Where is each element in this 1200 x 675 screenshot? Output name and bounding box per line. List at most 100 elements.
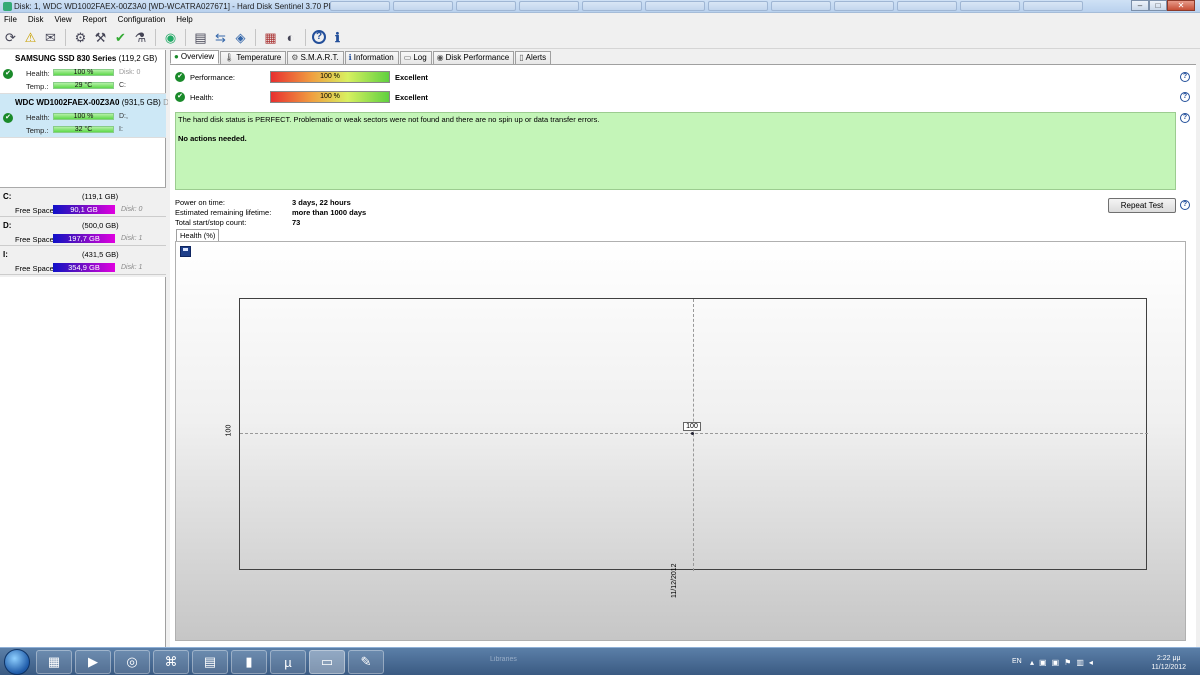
help-icon[interactable]: ? <box>1180 72 1190 82</box>
partition-drive: I: <box>3 250 8 259</box>
language-indicator[interactable]: EN <box>1012 658 1022 665</box>
tab-smart[interactable]: ⚙ S.M.A.R.T. <box>287 51 344 64</box>
health-bar: 100 % <box>53 69 114 76</box>
performance-row: ✔ Performance: 100 % Excellent <box>175 71 1185 83</box>
power-on-label: Power on time: <box>175 198 226 207</box>
toolbar-separator <box>255 28 256 46</box>
chart-icon[interactable]: ▦ <box>262 29 279 46</box>
main-area: ● Overview 🌡 Temperature ⚙ S.M.A.R.T. ℹ Info… <box>168 50 1200 647</box>
pdf-icon[interactable]: ⌘ <box>153 650 189 674</box>
performance-bar: 100 % <box>270 71 390 83</box>
check-icon: ✔ <box>175 72 185 82</box>
drive-icon[interactable]: ⚗ <box>132 29 149 46</box>
partition-size: (431,5 GB) <box>82 250 119 259</box>
explorer-icon[interactable]: ▦ <box>36 650 72 674</box>
menu-file[interactable]: File <box>4 15 17 24</box>
network-icon[interactable]: ▥ <box>1076 658 1084 667</box>
performance-result: Excellent <box>395 73 428 82</box>
sync-icon[interactable]: ⇆ <box>212 29 229 46</box>
toolbar-separator <box>65 28 66 46</box>
data-point <box>691 432 694 435</box>
performance-label: Performance: <box>190 73 236 82</box>
torrent-icon[interactable]: µ <box>270 650 306 674</box>
tab-information[interactable]: ℹ Information <box>344 51 399 64</box>
partition-item[interactable]: I: (431,5 GB) Free Space 354,9 GB Disk: … <box>0 246 166 275</box>
power-on-value: 3 days, 22 hours <box>292 198 351 207</box>
toolbar-separator <box>185 28 186 46</box>
chrome-icon[interactable]: ◎ <box>114 650 150 674</box>
refresh-icon[interactable]: ⟳ <box>2 29 19 46</box>
report-icon[interactable]: ✉ <box>42 29 59 46</box>
maximize-button[interactable]: □ <box>1149 0 1167 11</box>
partition-disk: Disk: 0 <box>121 206 143 213</box>
clock-date: 11/12/2012 <box>1151 664 1186 671</box>
tab-alerts[interactable]: ▯ Alerts <box>515 51 552 64</box>
app-icon[interactable]: ▮ <box>231 650 267 674</box>
x-tick-label: 11/12/2012 <box>671 563 678 598</box>
toolbar: ⟳ ⚠ ✉ ⚙ ⚒ ✔ ⚗ ◉ ▤ ⇆ ◈ ▦ ◐ ? ℹ <box>0 26 1200 49</box>
settings-icon[interactable]: ⚙ <box>72 29 89 46</box>
paint-icon[interactable]: ✎ <box>348 650 384 674</box>
clock[interactable]: 2:22 μμ 11/12/2012 <box>1151 654 1186 672</box>
help-icon[interactable]: ? <box>1180 200 1190 210</box>
help-icon[interactable]: ? <box>312 30 326 44</box>
disk-name: SAMSUNG SSD 830 Series (119,2 GB) <box>15 54 158 63</box>
lifetime-label: Estimated remaining lifetime: <box>175 208 272 217</box>
partition-item[interactable]: C: (119,1 GB) Free Space 90,1 GB Disk: 0 <box>0 188 166 217</box>
grid-line-vertical <box>693 299 694 571</box>
menu-view[interactable]: View <box>54 15 71 24</box>
disk-item-wdc[interactable]: WDC WD1002FAEX-00Z3A0 (931,5 GB) Disk ✔ … <box>0 94 179 138</box>
menu-report[interactable]: Report <box>83 15 107 24</box>
help-icon[interactable]: ? <box>1180 92 1190 102</box>
alert-icon[interactable]: ⚠ <box>22 29 39 46</box>
info-icon: ℹ <box>348 53 352 62</box>
menu-disk[interactable]: Disk <box>28 15 44 24</box>
lifetime-value: more than 1000 days <box>292 208 367 217</box>
start-button[interactable] <box>4 649 30 675</box>
y-tick-label: 100 <box>225 424 233 437</box>
tab-health-graph[interactable]: Health (%) <box>176 229 220 241</box>
temp-label: Temp.: <box>26 126 49 135</box>
status-box: The hard disk status is PERFECT. Problem… <box>175 112 1176 190</box>
show-hidden-icon[interactable]: ▴ <box>1030 658 1034 667</box>
libraries-ghost: Libraries <box>490 656 517 663</box>
temp-bar: 32 °C <box>53 126 114 133</box>
test-icon[interactable]: ✔ <box>112 29 129 46</box>
free-space-label: Free Space <box>15 206 54 215</box>
tab-disk-performance[interactable]: ◉ Disk Performance <box>432 51 515 64</box>
media-icon[interactable]: ▶ <box>75 650 111 674</box>
disk-item-samsung[interactable]: SAMSUNG SSD 830 Series (119,2 GB) ✔ Heal… <box>0 50 166 94</box>
help-icon[interactable]: ? <box>1180 113 1190 123</box>
globe-icon[interactable]: ◉ <box>162 29 179 46</box>
health-bar: 100 % <box>270 91 390 103</box>
menu-help[interactable]: Help <box>176 15 192 24</box>
partition-disk: Disk: 1 <box>121 264 143 271</box>
tools-icon[interactable]: ⚒ <box>92 29 109 46</box>
info-icon[interactable]: ℹ <box>329 29 346 46</box>
volume-icon[interactable]: ◂ <box>1089 658 1093 667</box>
monitor-icon[interactable]: ▣ <box>1039 658 1047 667</box>
tab-log[interactable]: ▭ Log <box>399 51 432 64</box>
minimize-button[interactable]: – <box>1131 0 1149 11</box>
repeat-test-button[interactable]: Repeat Test <box>1108 198 1176 213</box>
network-icon[interactable]: ◈ <box>232 29 249 46</box>
save-icon[interactable] <box>180 246 191 257</box>
drive-letters: C: <box>119 82 126 89</box>
tune-icon[interactable]: ◐ <box>282 29 299 46</box>
temp-bar: 29 °C <box>53 82 114 89</box>
tab-overview[interactable]: ● Overview <box>170 50 220 64</box>
shield-icon[interactable]: ▣ <box>1052 658 1060 667</box>
document-icon[interactable]: ▤ <box>192 29 209 46</box>
tab-temperature[interactable]: 🌡 Temperature <box>220 51 287 64</box>
menu-configuration[interactable]: Configuration <box>118 15 166 24</box>
check-icon: ✔ <box>3 69 13 79</box>
excel-icon[interactable]: ▤ <box>192 650 228 674</box>
health-graph-panel: 100 100 11/12/2012 <box>175 241 1186 641</box>
free-space-bar: 354,9 GB <box>53 263 115 272</box>
hdsentinel-icon[interactable]: ▭ <box>309 650 345 674</box>
close-button[interactable]: ✕ <box>1167 0 1195 11</box>
health-label: Health: <box>26 113 50 122</box>
flag-icon[interactable]: ⚑ <box>1064 658 1071 667</box>
partition-item[interactable]: D: (500,0 GB) Free Space 197,7 GB Disk: … <box>0 217 166 246</box>
health-chart: 100 100 11/12/2012 <box>225 298 1148 598</box>
